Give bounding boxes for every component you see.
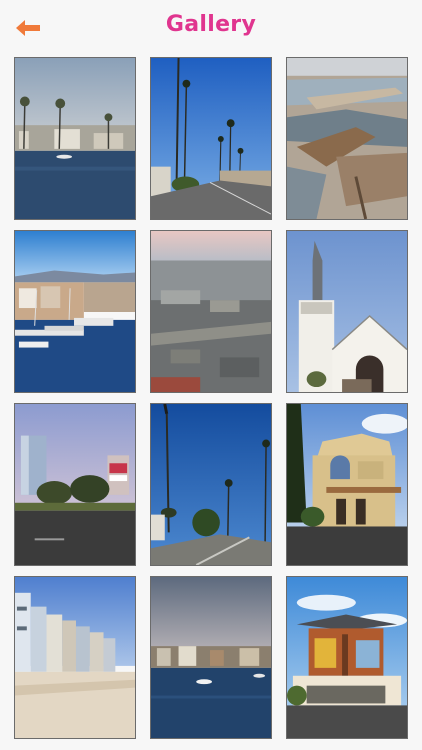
gallery-photo-modern-building[interactable] (286, 576, 408, 739)
gallery-photo-church[interactable] (286, 230, 408, 393)
gallery-photo-palm-street[interactable] (150, 57, 272, 220)
gallery-photo-marina[interactable] (14, 57, 136, 220)
gallery-photo-wetlands[interactable] (286, 57, 408, 220)
gallery-photo-bay[interactable] (150, 576, 272, 739)
gallery-photo-city-aerial[interactable] (150, 230, 272, 393)
gallery-photo-harbor[interactable] (14, 230, 136, 393)
gallery-photo-palm-sidewalk[interactable] (150, 403, 272, 566)
header: Gallery (0, 0, 422, 56)
photo-grid (14, 57, 408, 739)
gallery-photo-beach-houses[interactable] (14, 576, 136, 739)
page-title: Gallery (165, 12, 257, 37)
gallery-photo-office-tower[interactable] (14, 403, 136, 566)
gallery-photo-domed-building[interactable] (286, 403, 408, 566)
